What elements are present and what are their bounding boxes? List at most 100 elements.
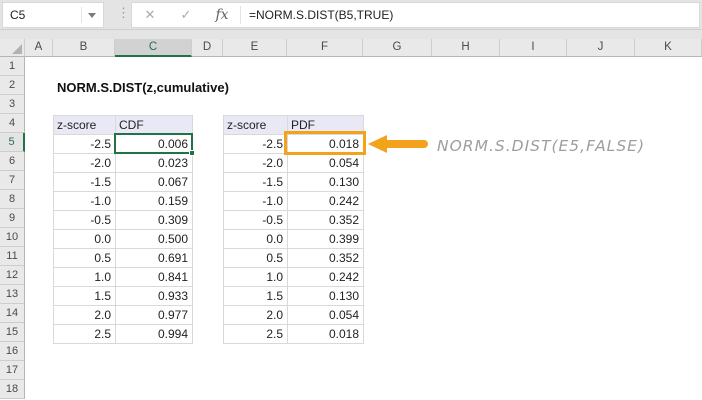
data-cell[interactable]: -0.5 (224, 211, 288, 230)
formula-text[interactable]: =NORM.S.DIST(B5,TRUE) (249, 8, 393, 22)
column-header-e[interactable]: E (223, 39, 287, 57)
column-header-k[interactable]: K (635, 39, 702, 57)
header-cell[interactable]: z-score (224, 116, 288, 135)
select-all-corner[interactable] (0, 39, 25, 57)
row-header-10[interactable]: 10 (0, 228, 25, 247)
table-header-row: z-score PDF (224, 116, 364, 135)
excel-window: C5 ⋮ ✕ ✓ fx =NORM.S.DIST(B5,TRUE) ABCDEF… (0, 0, 702, 400)
data-cell[interactable]: 0.841 (116, 268, 193, 287)
table-row: 2.0 0.054 (224, 306, 364, 325)
data-cell[interactable]: -1.5 (54, 173, 116, 192)
data-cell[interactable]: 0.006 (116, 135, 193, 154)
data-cell[interactable]: 0.399 (288, 230, 364, 249)
name-box[interactable]: C5 (2, 2, 104, 28)
row-header-17[interactable]: 17 (0, 361, 25, 380)
data-cell[interactable]: -1.5 (224, 173, 288, 192)
table-row: 1.0 0.242 (224, 268, 364, 287)
column-header-f[interactable]: F (287, 39, 363, 57)
column-header-d[interactable]: D (192, 39, 223, 57)
column-header-h[interactable]: H (432, 39, 500, 57)
data-cell[interactable]: 1.0 (224, 268, 288, 287)
data-cell[interactable]: 1.5 (54, 287, 116, 306)
row-header-3[interactable]: 3 (0, 95, 25, 114)
table-row: 1.5 0.130 (224, 287, 364, 306)
data-cell[interactable]: 0.242 (288, 192, 364, 211)
data-cell[interactable]: 0.018 (288, 325, 364, 344)
data-cell[interactable]: 0.352 (288, 211, 364, 230)
data-cell[interactable]: 0.0 (54, 230, 116, 249)
row-header-1[interactable]: 1 (0, 57, 25, 76)
table-row: -1.5 0.067 (54, 173, 193, 192)
data-cell[interactable]: 0.5 (54, 249, 116, 268)
row-header-14[interactable]: 14 (0, 304, 25, 323)
data-cell[interactable]: 0.994 (116, 325, 193, 344)
name-box-dropdown-icon[interactable] (88, 12, 96, 18)
row-header-11[interactable]: 11 (0, 247, 25, 266)
enter-icon[interactable]: ✓ (168, 7, 204, 23)
formula-bar-grip-icon: ⋮ (117, 5, 130, 20)
data-cell[interactable]: -2.0 (224, 154, 288, 173)
header-cell[interactable]: z-score (54, 116, 116, 135)
data-cell[interactable]: 0.500 (116, 230, 193, 249)
table-row: 2.5 0.994 (54, 325, 193, 344)
data-cell[interactable]: -2.5 (54, 135, 116, 154)
data-cell[interactable]: -2.0 (54, 154, 116, 173)
formula-separator (240, 6, 241, 24)
row-header-4[interactable]: 4 (0, 114, 25, 133)
data-cell[interactable]: 0.352 (288, 249, 364, 268)
row-header-16[interactable]: 16 (0, 342, 25, 361)
row-header-2[interactable]: 2 (0, 76, 25, 95)
data-cell[interactable]: 0.309 (116, 211, 193, 230)
data-cell[interactable]: 0.023 (116, 154, 193, 173)
data-cell[interactable]: 0.130 (288, 173, 364, 192)
data-cell[interactable]: 0.130 (288, 287, 364, 306)
table-row: -1.0 0.159 (54, 192, 193, 211)
table-row: -2.0 0.054 (224, 154, 364, 173)
cancel-icon[interactable]: ✕ (132, 7, 168, 23)
column-header-a[interactable]: A (25, 39, 53, 57)
formula-input-area[interactable]: ✕ ✓ fx =NORM.S.DIST(B5,TRUE) (131, 2, 700, 28)
data-cell[interactable]: 1.0 (54, 268, 116, 287)
row-header-13[interactable]: 13 (0, 285, 25, 304)
column-header-g[interactable]: G (363, 39, 432, 57)
data-cell[interactable]: 2.0 (54, 306, 116, 325)
data-cell[interactable]: 0.977 (116, 306, 193, 325)
data-cell[interactable]: 0.018 (288, 135, 364, 154)
header-cell[interactable]: CDF (116, 116, 193, 135)
data-cell[interactable]: 0.054 (288, 154, 364, 173)
data-cell[interactable]: 0.242 (288, 268, 364, 287)
table-row: -1.0 0.242 (224, 192, 364, 211)
row-header-5[interactable]: 5 (0, 133, 25, 152)
data-cell[interactable]: 2.0 (224, 306, 288, 325)
data-cell[interactable]: -2.5 (224, 135, 288, 154)
row-header-8[interactable]: 8 (0, 190, 25, 209)
data-cell[interactable]: 0.0 (224, 230, 288, 249)
data-cell[interactable]: -0.5 (54, 211, 116, 230)
column-header-b[interactable]: B (53, 39, 115, 57)
row-header-7[interactable]: 7 (0, 171, 25, 190)
data-cell[interactable]: -1.0 (224, 192, 288, 211)
data-cell[interactable]: 0.159 (116, 192, 193, 211)
insert-function-icon[interactable]: fx (204, 7, 240, 23)
column-header-c[interactable]: C (115, 39, 192, 57)
data-cell[interactable]: 0.691 (116, 249, 193, 268)
row-header-6[interactable]: 6 (0, 152, 25, 171)
data-cell[interactable]: 1.5 (224, 287, 288, 306)
column-header-j[interactable]: J (567, 39, 635, 57)
formula-bar-divider (0, 29, 702, 30)
data-cell[interactable]: 2.5 (54, 325, 116, 344)
row-header-15[interactable]: 15 (0, 323, 25, 342)
data-cell[interactable]: 2.5 (224, 325, 288, 344)
data-cell[interactable]: 0.933 (116, 287, 193, 306)
sheet-title[interactable]: NORM.S.DIST(z,cumulative) (57, 80, 229, 95)
table-row: 0.5 0.691 (54, 249, 193, 268)
data-cell[interactable]: 0.067 (116, 173, 193, 192)
data-cell[interactable]: 0.5 (224, 249, 288, 268)
row-header-18[interactable]: 18 (0, 380, 25, 399)
header-cell[interactable]: PDF (288, 116, 364, 135)
column-header-i[interactable]: I (500, 39, 567, 57)
data-cell[interactable]: -1.0 (54, 192, 116, 211)
row-header-12[interactable]: 12 (0, 266, 25, 285)
data-cell[interactable]: 0.054 (288, 306, 364, 325)
row-header-9[interactable]: 9 (0, 209, 25, 228)
